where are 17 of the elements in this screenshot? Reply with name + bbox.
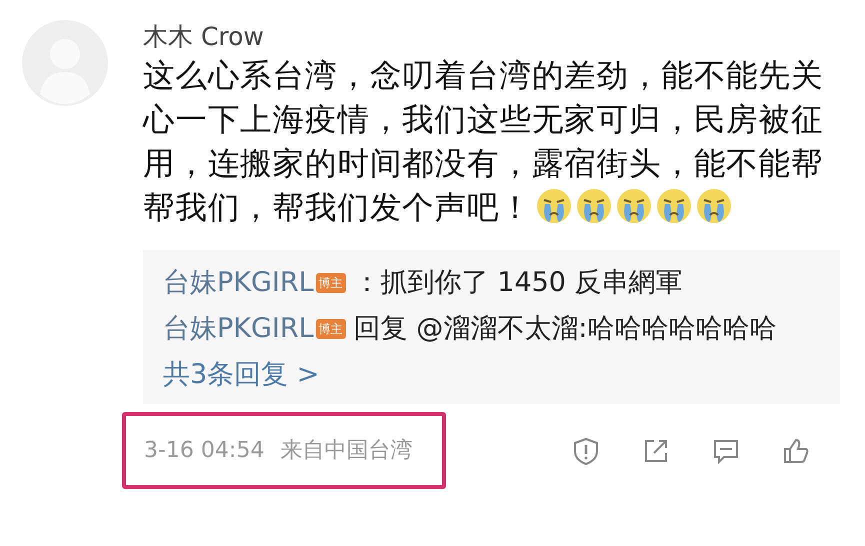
crying-emoji-icon	[536, 188, 572, 224]
reply-author[interactable]: 台妹PKGIRL	[163, 313, 314, 344]
comment-source: 来自中国台湾	[280, 438, 412, 463]
author-badge: 博主	[316, 319, 346, 339]
crying-emoji-icon	[656, 188, 692, 224]
crying-emoji-icon	[576, 188, 612, 224]
comment-time: 3-16 04:54	[144, 438, 264, 463]
username[interactable]: 木木 Crow	[143, 20, 843, 54]
comment-text: 帮我们，帮我们发个声吧！	[143, 190, 532, 226]
reply-text: 回复 @溜溜不太溜:哈哈哈哈哈哈哈	[354, 313, 776, 344]
more-replies-link[interactable]: 共3条回复 >	[163, 359, 320, 390]
comment-text: 这么心系台湾，念叨着台湾的差劲，能不能先关心一下上海疫情，我们这些无家可归，民房被征用，连搬家的时间都没有，露宿街头，能不能帮	[143, 57, 824, 184]
author-badge: 博主	[316, 273, 346, 293]
crying-emoji-icon	[616, 188, 652, 224]
crying-emoji-icon	[696, 188, 732, 224]
reply-author[interactable]: 台妹PKGIRL	[163, 267, 314, 298]
reply-text: ：抓到你了 1450 反串網軍	[354, 267, 683, 298]
